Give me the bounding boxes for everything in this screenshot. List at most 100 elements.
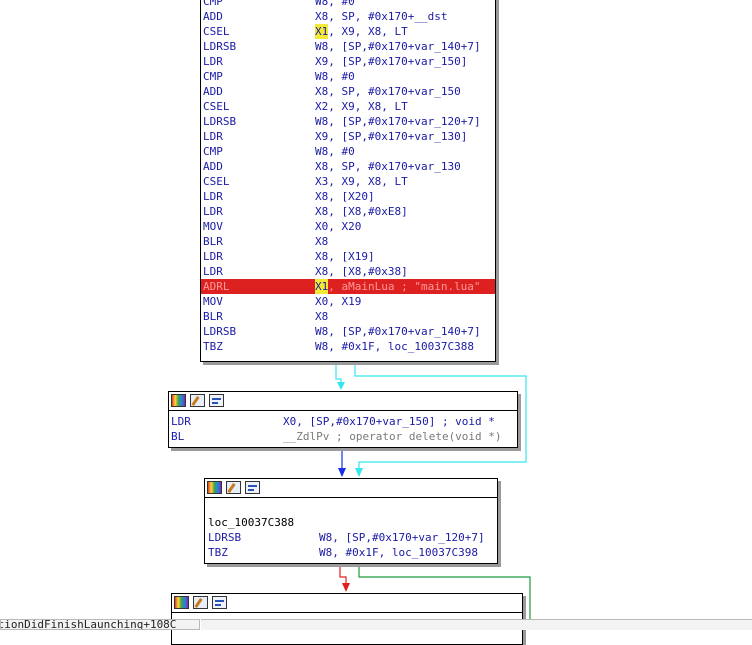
mnemonic: CMP <box>203 70 223 83</box>
instruction-row[interactable]: CSEL X2, X9, X8, LT <box>201 99 495 114</box>
mnemonic: ADRL <box>203 280 230 293</box>
mnemonic: TBZ <box>203 340 223 353</box>
mnemonic: LDR <box>203 265 223 278</box>
status-bar: ationDidFinishLaunching+108C <box>0 619 200 630</box>
edge-arrowhead <box>355 468 363 477</box>
operands: W8, [SP,#0x170+var_140+7] <box>315 325 481 338</box>
instruction-row[interactable]: CMP W8, #0 <box>201 144 495 159</box>
instruction-row[interactable]: MOV X0, X19 <box>201 294 495 309</box>
operands: X2, X9, X8, LT <box>315 100 408 113</box>
operands: X8 <box>315 310 329 323</box>
operands: X8, SP, #0x170+var_150 <box>315 85 461 98</box>
instruction-row[interactable]: LDR X8, [X8,#0x38] <box>201 264 495 279</box>
instruction-row[interactable]: LDR X9, [SP,#0x170+var_150] <box>201 54 495 69</box>
code-block-3[interactable]: loc_10037C388 LDRSB W8, [SP,#0x170+var_120… <box>204 478 498 564</box>
instruction-row[interactable]: MOV X0, X20 <box>201 219 495 234</box>
instruction-row[interactable]: BL __ZdlPv ; operator delete(void *) <box>169 429 517 444</box>
mnemonic: LDRSB <box>203 40 237 53</box>
mnemonic: LDR <box>203 205 223 218</box>
color-icon[interactable] <box>171 394 186 407</box>
label-text: loc_10037C388 <box>208 516 295 529</box>
instruction-row[interactable]: LDR X8, [X19] <box>201 249 495 264</box>
instruction-row[interactable]: CMP W8, #0 <box>201 69 495 84</box>
operands: X8, SP, #0x170+var_130 <box>315 160 461 173</box>
instruction-row[interactable]: LDRSB W8, [SP,#0x170+var_120+7] <box>201 114 495 129</box>
instruction-row[interactable]: ADD X8, SP, #0x170+__dst <box>201 9 495 24</box>
operands: X9, [SP,#0x170+var_130] <box>315 130 468 143</box>
edit-icon[interactable] <box>226 481 241 494</box>
graph-icon[interactable] <box>245 481 260 494</box>
mnemonic: BLR <box>203 310 223 323</box>
color-icon[interactable] <box>174 596 189 609</box>
mnemonic: CSEL <box>203 100 230 113</box>
edit-icon[interactable] <box>190 394 205 407</box>
instruction-row[interactable]: LDR X8, [X20] <box>201 189 495 204</box>
instruction-row[interactable]: ADD X8, SP, #0x170+var_150 <box>201 84 495 99</box>
code-block-2[interactable]: LDR X0, [SP,#0x170+var_150] ; void * BL __Z… <box>168 391 518 448</box>
instruction-row[interactable]: LDR X9, [SP,#0x170+var_130] <box>201 129 495 144</box>
color-icon[interactable] <box>207 481 222 494</box>
instruction-row[interactable]: TBZ W8, #0x1F, loc_10037C388 <box>201 339 495 354</box>
instruction-row-current[interactable]: ADRL X1, aMainLua ; "main.lua" <box>201 279 495 294</box>
instruction-row[interactable]: BLR X8 <box>201 234 495 249</box>
operands: W8, [SP,#0x170+var_120+7] <box>315 115 481 128</box>
status-location: ationDidFinishLaunching+108C <box>0 619 177 630</box>
edge-arrowhead <box>342 583 350 592</box>
instruction-row[interactable]: LDRSB W8, [SP,#0x170+var_120+7] <box>205 530 497 545</box>
instruction-row[interactable]: CSEL X1, X9, X8, LT <box>201 24 495 39</box>
mnemonic: ADD <box>203 10 223 23</box>
block-titlebar <box>169 392 517 411</box>
operands: __ZdlPv ; operator delete(void *) <box>283 430 502 443</box>
mnemonic: LDRSB <box>203 115 237 128</box>
highlighted-register[interactable]: X1 <box>315 279 329 294</box>
operands: X9, [SP,#0x170+var_150] <box>315 55 468 68</box>
instruction-row[interactable]: LDR X8, [X8,#0xE8] <box>201 204 495 219</box>
graph-icon[interactable] <box>212 596 227 609</box>
mnemonic: LDR <box>203 190 223 203</box>
edge-arrowhead <box>338 468 346 477</box>
status-bar-filler <box>201 619 752 630</box>
operands: X8, [X19] <box>315 250 375 263</box>
mnemonic: CSEL <box>203 25 230 38</box>
instruction-row[interactable]: BLR X8 <box>201 309 495 324</box>
instruction-row[interactable]: TBZ W8, #0x1F, loc_10037C398 <box>205 545 497 560</box>
mnemonic: LDR <box>171 415 191 428</box>
operands: X0, [SP,#0x170+var_150] ; void * <box>283 415 495 428</box>
operands: X0, X20 <box>315 220 362 233</box>
operands: W8, #0x1F, loc_10037C398 <box>319 546 478 559</box>
instruction-row[interactable]: LDRSB W8, [SP,#0x170+var_140+7] <box>201 39 495 54</box>
mnemonic: MOV <box>203 295 223 308</box>
operands: X8, [X20] <box>315 190 375 203</box>
mnemonic: ADD <box>203 85 223 98</box>
mnemonic: LDR <box>203 130 223 143</box>
operands: X8, [X8,#0x38] <box>315 265 408 278</box>
operands: X0, X19 <box>315 295 362 308</box>
code-block-1[interactable]: CMP W8, #0 ADD X8, SP, #0x170+__dst CSEL X1, … <box>200 0 496 362</box>
block-titlebar <box>172 594 522 613</box>
operands: W8, #0x1F, loc_10037C388 <box>315 340 474 353</box>
highlighted-register[interactable]: X1 <box>315 24 329 39</box>
instruction-row[interactable]: CMP W8, #0 <box>201 0 495 9</box>
instruction-row[interactable]: LDR X0, [SP,#0x170+var_150] ; void * <box>169 414 517 429</box>
block-titlebar <box>205 479 497 498</box>
instruction-row[interactable]: LDRSB W8, [SP,#0x170+var_140+7] <box>201 324 495 339</box>
edge-arrowhead <box>337 382 345 390</box>
edit-icon[interactable] <box>193 596 208 609</box>
mnemonic: LDR <box>203 250 223 263</box>
operands: W8, #0 <box>315 0 355 8</box>
operands: X8, [X8,#0xE8] <box>315 205 408 218</box>
graph-icon[interactable] <box>209 394 224 407</box>
mnemonic: BL <box>171 430 185 443</box>
instruction-row[interactable]: CSEL X3, X9, X8, LT <box>201 174 495 189</box>
mnemonic: LDRSB <box>203 325 237 338</box>
mnemonic: TBZ <box>208 546 228 559</box>
operands: X8 <box>315 235 329 248</box>
mnemonic: LDR <box>203 55 223 68</box>
operands: W8, #0 <box>315 70 355 83</box>
operands: , X9, X8, LT <box>328 25 408 38</box>
instruction-row[interactable]: ADD X8, SP, #0x170+var_130 <box>201 159 495 174</box>
mnemonic: ADD <box>203 160 223 173</box>
location-label[interactable]: loc_10037C388 <box>205 515 497 530</box>
mnemonic: CSEL <box>203 175 230 188</box>
operands: X8, SP, #0x170+__dst <box>315 10 448 23</box>
